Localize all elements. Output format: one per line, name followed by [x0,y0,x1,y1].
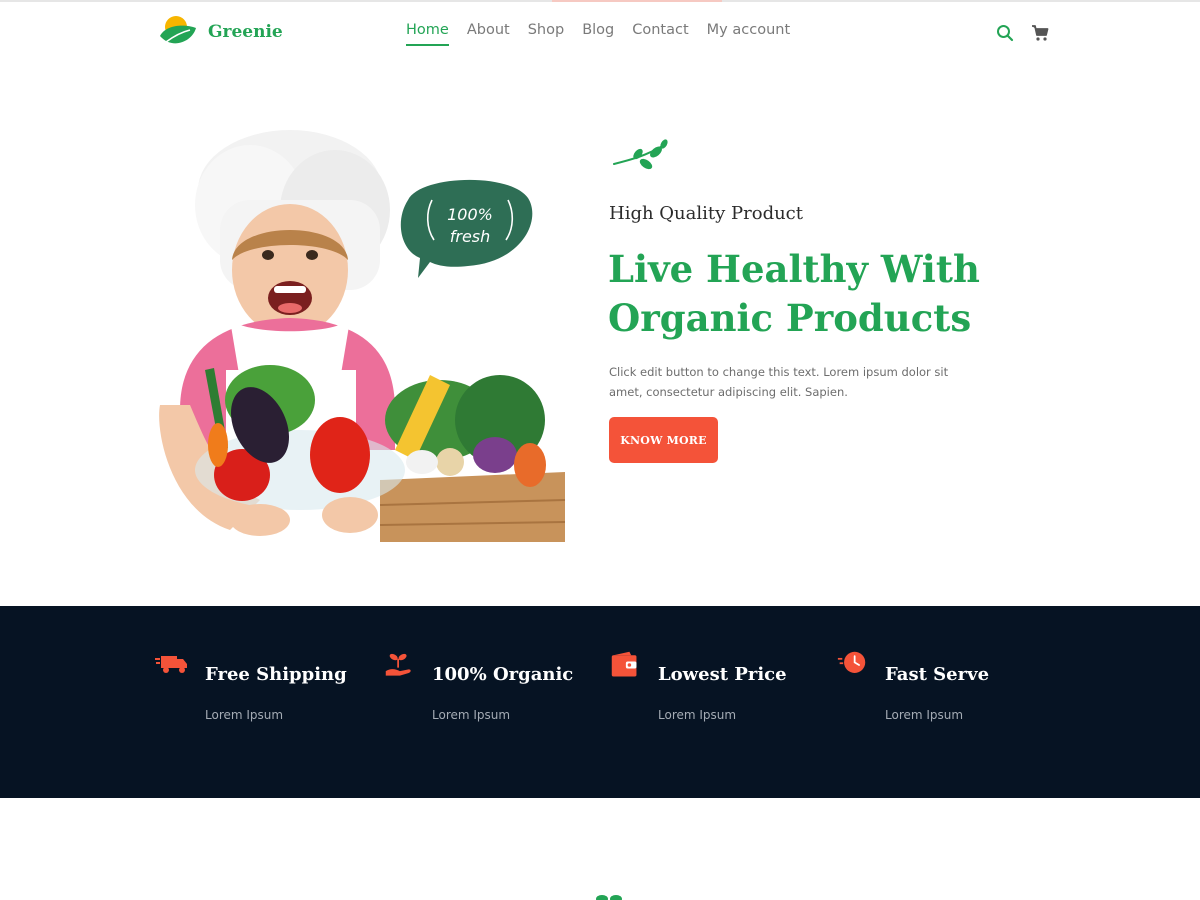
hero-description: Click edit button to change this text. L… [609,365,949,399]
girl-hand [322,497,378,533]
nav-blog[interactable]: Blog [582,22,614,46]
nav-contact[interactable]: Contact [632,22,688,46]
hero-title: Live Healthy With Organic Products [608,247,980,340]
wallet-icon [611,651,637,677]
feature-title: Lowest Price [658,664,787,685]
nav-my-account[interactable]: My account [707,22,790,46]
girl-face [232,204,348,336]
fresh-badge: 100% fresh [400,179,533,278]
nav-shop[interactable]: Shop [528,22,564,46]
delivery-truck-icon [155,656,187,673]
hero-illustration: 100% fresh [159,130,566,542]
leaf-sprig-icon [596,895,622,900]
main-nav: Home About Shop Blog Contact My account [406,22,790,46]
leaf-sun-logo-icon [160,16,196,44]
feature-title: 100% Organic [432,664,574,685]
feature-subtitle: Lorem Ipsum [205,708,284,722]
girl-hand [230,504,290,536]
site-logo[interactable]: Greenie [158,14,283,50]
badge-line-1: 100% [447,205,493,224]
feature-subtitle: Lorem Ipsum [885,708,964,722]
plant-in-hand-icon [385,653,411,676]
feature-title: Fast Serve [885,664,990,685]
leaf-sprig-icon [613,139,668,170]
badge-line-2: fresh [450,227,491,246]
nav-home[interactable]: Home [406,22,449,46]
nav-about[interactable]: About [467,22,510,46]
feature-title: Free Shipping [205,664,347,685]
hero-kicker: High Quality Product [609,203,803,224]
search-icon[interactable] [996,24,1014,42]
feature-subtitle: Lorem Ipsum [432,708,511,722]
know-more-button[interactable]: KNOW MORE [609,417,718,463]
header-icons [996,24,1049,42]
fast-clock-icon [837,651,866,673]
feature-fast-serve: Fast Serve Lorem Ipsum [835,650,1055,730]
brand-name: Greenie [208,22,283,42]
feature-free-shipping: Free Shipping Lorem Ipsum [155,650,375,730]
site-header: Greenie Home About Shop Blog Contact My … [0,0,1200,66]
features-band: Free Shipping Lorem Ipsum 100% Organic L… [0,606,1200,798]
feature-subtitle: Lorem Ipsum [658,708,737,722]
feature-organic: 100% Organic Lorem Ipsum [382,650,602,730]
feature-lowest-price: Lowest Price Lorem Ipsum [608,650,828,730]
cart-icon[interactable] [1031,24,1049,42]
